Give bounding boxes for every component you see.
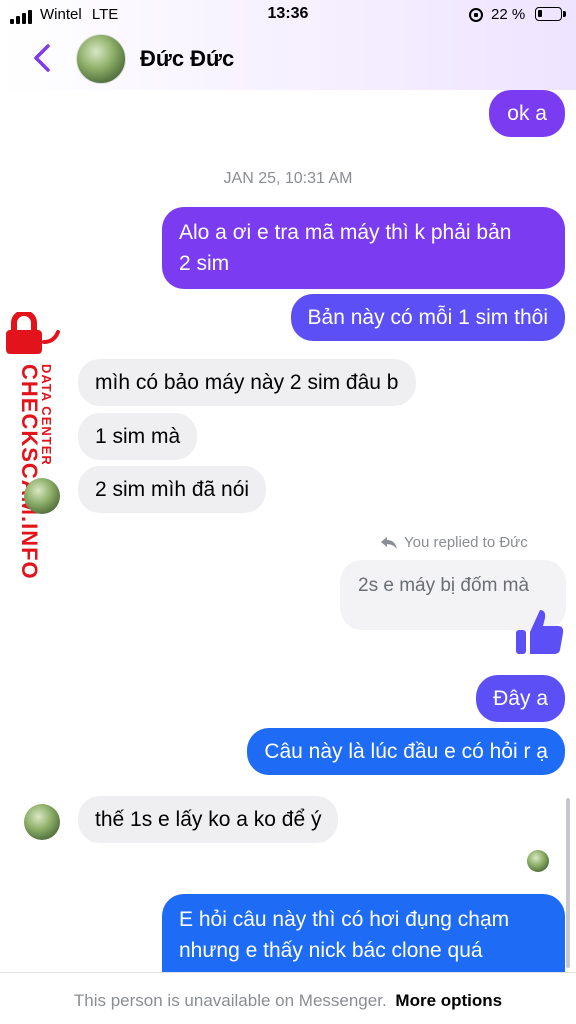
lock-icon [6, 312, 60, 354]
incoming-message[interactable]: mìh có bảo máy này 2 sim đâu b [78, 359, 416, 406]
chevron-left-icon[interactable] [28, 42, 56, 74]
reply-icon [381, 536, 397, 549]
message-line: Alo a ơi e tra mã máy thì k phải bản [179, 221, 512, 244]
scrollbar[interactable] [566, 798, 570, 968]
unavailable-footer: This person is unavailable on Messenger.… [0, 972, 576, 1024]
more-options-button[interactable]: More options [395, 991, 502, 1010]
read-receipt-avatar [527, 850, 549, 872]
message-line: nhưng e thấy nick bác clone quá [179, 939, 483, 962]
contact-avatar[interactable] [24, 804, 60, 840]
message-line: 2 sim [179, 252, 230, 275]
reply-header-text: You replied to Đức [404, 534, 528, 551]
status-time: 13:36 [267, 5, 309, 22]
timestamp: JAN 25, 10:31 AM [223, 170, 353, 187]
outgoing-message[interactable]: ok a [489, 90, 565, 137]
outgoing-message[interactable]: Alo a ơi e tra mã máy thì k phải bản 2 s… [162, 207, 565, 289]
reply-header: You replied to Đức [380, 534, 528, 551]
outgoing-message[interactable]: Câu này là lúc đầu e có hỏi r ạ [247, 728, 565, 775]
contact-name[interactable]: Đức Đức [140, 46, 234, 72]
unavailable-message: This person is unavailable on Messenger. [73, 991, 387, 1010]
incoming-message[interactable]: 1 sim mà [78, 413, 198, 460]
thumbs-up-icon[interactable] [514, 606, 566, 658]
battery-icon [535, 7, 566, 21]
contact-avatar[interactable] [24, 478, 60, 514]
outgoing-message[interactable]: Bản này có mỗi 1 sim thôi [290, 294, 565, 341]
outgoing-message[interactable]: Đây a [476, 675, 565, 722]
incoming-message[interactable]: 2 sim mìh đã nói [78, 466, 267, 513]
status-bar: Wintel LTE 13:36 22 % [0, 0, 576, 30]
message-line: E hỏi câu này thì có hơi đụng chạm [179, 908, 510, 931]
incoming-message[interactable]: thế 1s e lấy ko a ko để ý [78, 796, 339, 843]
battery-percent: 22 % [491, 6, 526, 23]
rotation-lock-icon [469, 8, 483, 22]
contact-avatar[interactable] [76, 34, 126, 84]
